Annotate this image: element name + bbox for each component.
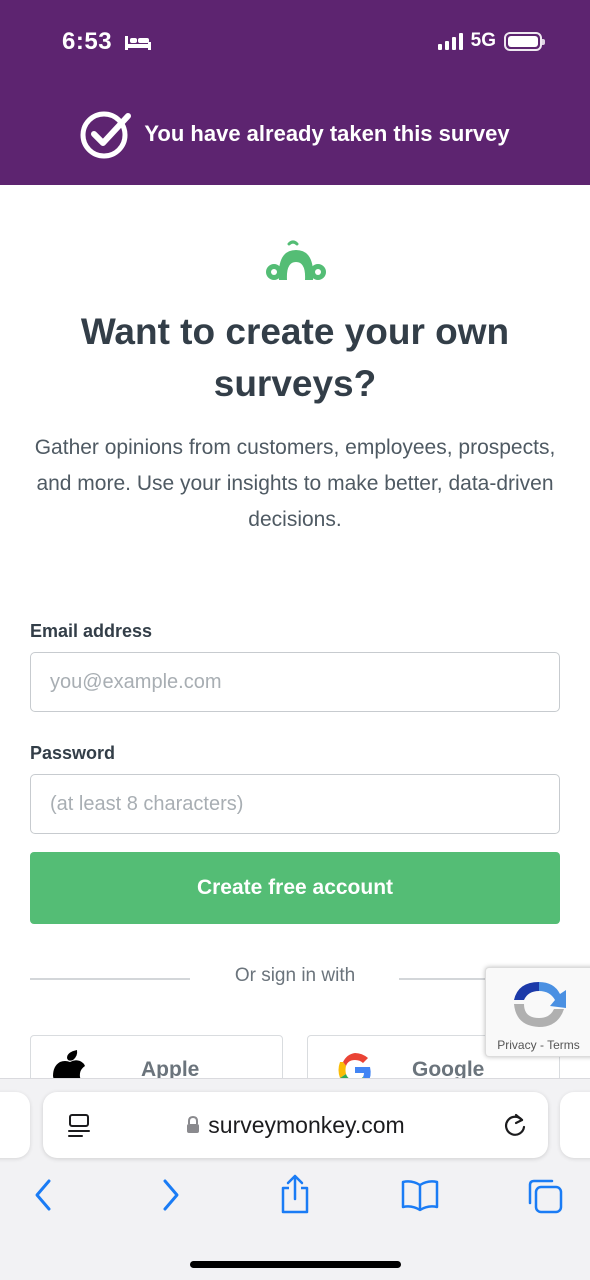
bookmarks-icon[interactable] (400, 1177, 440, 1218)
url-text: surveymonkey.com (208, 1112, 405, 1138)
previous-tab-preview[interactable] (0, 1092, 30, 1158)
banner-text: You have already taken this survey (144, 121, 510, 146)
home-indicator[interactable] (190, 1261, 401, 1268)
password-field[interactable] (30, 774, 560, 834)
cell-signal-icon (437, 32, 463, 50)
next-tab-preview[interactable] (560, 1092, 590, 1158)
forward-icon[interactable] (158, 1177, 184, 1218)
network-type: 5G (470, 30, 496, 51)
status-time: 6:53 (62, 28, 113, 55)
email-field[interactable] (30, 652, 560, 712)
battery-icon (504, 31, 545, 51)
check-circle-icon (80, 111, 132, 159)
address-bar[interactable]: surveymonkey.com (43, 1092, 548, 1158)
create-account-button[interactable]: Create free account (30, 852, 560, 924)
status-indicators: 5G (437, 30, 545, 52)
survey-header: 6:53 5G You have already taken this surv… (0, 0, 590, 185)
page-title: Want to create your own surveys? (80, 311, 510, 404)
share-icon[interactable] (279, 1173, 311, 1220)
password-label: Password (30, 743, 116, 763)
recaptcha-icon (514, 982, 566, 1027)
recaptcha-privacy-link[interactable]: Privacy (497, 1038, 536, 1052)
back-icon[interactable] (30, 1177, 56, 1218)
surveymonkey-logo (263, 240, 327, 291)
page-subtitle: Gather opinions from customers, employee… (34, 436, 556, 531)
recaptcha-links: Privacy - Terms (486, 1038, 590, 1052)
email-label: Email address (30, 621, 153, 641)
tabs-icon[interactable] (526, 1177, 564, 1220)
reload-icon[interactable] (502, 1111, 528, 1144)
already-taken-banner: You have already taken this survey (0, 108, 590, 160)
url-display[interactable]: surveymonkey.com (43, 1112, 548, 1139)
sleep-mode-icon (124, 33, 152, 56)
browser-toolbar: surveymonkey.com (0, 1078, 590, 1280)
recaptcha-terms-link[interactable]: Terms (547, 1038, 580, 1052)
recaptcha-separator: - (536, 1038, 548, 1052)
lock-icon (187, 1116, 200, 1133)
recaptcha-badge[interactable]: Privacy - Terms (485, 967, 590, 1057)
